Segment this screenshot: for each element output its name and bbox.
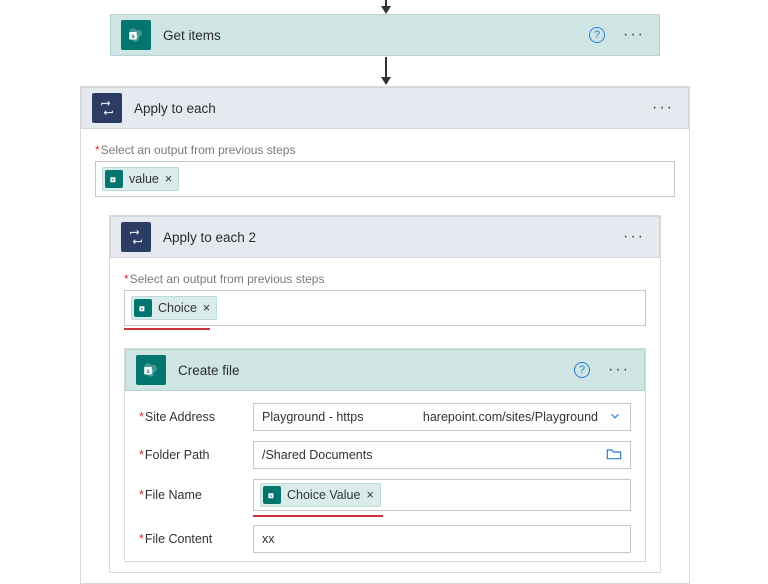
connector-arrow-top [381, 0, 391, 14]
apply-to-each-container: Apply to each ··· *Select an output from… [80, 86, 690, 584]
file-content-row: *File Content xx [139, 525, 631, 553]
svg-text:s: s [269, 494, 271, 498]
select-output-input[interactable]: s value × [95, 161, 675, 197]
remove-token-icon[interactable]: × [366, 488, 373, 502]
more-icon[interactable]: ··· [619, 26, 649, 44]
apply-to-each-2-header[interactable]: Apply to each 2 ··· [110, 216, 660, 258]
site-address-dropdown[interactable]: Playground - https harepoint.com/sites/P… [253, 403, 631, 431]
file-name-input[interactable]: s Choice Value × [253, 479, 631, 511]
help-icon[interactable]: ? [589, 27, 605, 43]
create-file-title: Create file [178, 363, 562, 378]
site-address-label: *Site Address [139, 410, 239, 424]
svg-text:s: s [140, 307, 142, 311]
select-output-label: *Select an output from previous steps [95, 143, 675, 157]
apply-to-each-header[interactable]: Apply to each ··· [81, 87, 689, 129]
site-address-row: *Site Address Playground - https harepoi… [139, 403, 631, 431]
get-items-title: Get items [163, 28, 577, 43]
loop-icon [92, 93, 122, 123]
more-icon[interactable]: ··· [619, 228, 649, 246]
file-name-row: *File Name s Choice Value × [139, 479, 631, 511]
create-file-container: s Create file ? ··· *Site Address [124, 348, 646, 562]
sharepoint-icon: s [105, 170, 123, 188]
annotation-underline [253, 515, 383, 517]
create-file-header[interactable]: s Create file ? ··· [125, 349, 645, 391]
sharepoint-icon: s [263, 486, 281, 504]
help-icon[interactable]: ? [574, 362, 590, 378]
loop-icon [121, 222, 151, 252]
svg-text:s: s [111, 178, 113, 182]
token-value[interactable]: s value × [102, 167, 179, 191]
apply-to-each-title: Apply to each [134, 101, 636, 116]
get-items-action[interactable]: s Get items ? ··· [110, 14, 660, 56]
sharepoint-icon: s [136, 355, 166, 385]
folder-path-row: *Folder Path /Shared Documents [139, 441, 631, 469]
folder-picker-icon[interactable] [606, 447, 622, 464]
token-choice[interactable]: s Choice × [131, 296, 217, 320]
token-label: Choice Value [287, 488, 360, 502]
apply-to-each-2-title: Apply to each 2 [163, 230, 607, 245]
token-label: Choice [158, 301, 197, 315]
folder-path-input[interactable]: /Shared Documents [253, 441, 631, 469]
file-name-label: *File Name [139, 488, 239, 502]
select-output-label-2: *Select an output from previous steps [124, 272, 646, 286]
sharepoint-icon: s [134, 299, 152, 317]
file-content-label: *File Content [139, 532, 239, 546]
connector-arrow [381, 57, 391, 85]
more-icon[interactable]: ··· [604, 361, 634, 379]
more-icon[interactable]: ··· [648, 99, 678, 117]
sharepoint-icon: s [121, 20, 151, 50]
remove-token-icon[interactable]: × [203, 301, 210, 315]
token-label: value [129, 172, 159, 186]
select-output-input-2[interactable]: s Choice × [124, 290, 646, 326]
folder-path-label: *Folder Path [139, 448, 239, 462]
chevron-down-icon[interactable] [608, 409, 622, 426]
file-content-input[interactable]: xx [253, 525, 631, 553]
apply-to-each-2-container: Apply to each 2 ··· *Select an output fr… [109, 215, 661, 573]
token-choice-value[interactable]: s Choice Value × [260, 483, 381, 507]
remove-token-icon[interactable]: × [165, 172, 172, 186]
